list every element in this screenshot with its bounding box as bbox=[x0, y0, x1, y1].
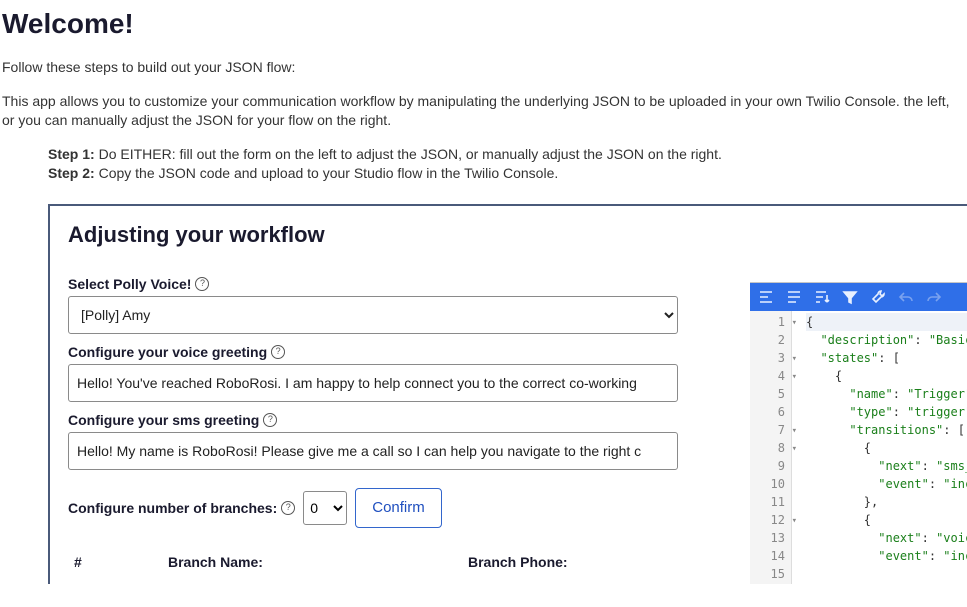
repair-icon[interactable] bbox=[870, 289, 886, 305]
col-index-header: # bbox=[68, 554, 168, 570]
filter-icon[interactable] bbox=[842, 289, 858, 305]
voice-label: Select Polly Voice! ? bbox=[68, 276, 209, 292]
code-line[interactable]: { bbox=[806, 313, 967, 331]
gutter-line: 4 bbox=[750, 367, 785, 385]
gutter-line: 11 bbox=[750, 493, 785, 511]
step-1-text: Do EITHER: fill out the form on the left… bbox=[95, 146, 722, 162]
form-title: Adjusting your workflow bbox=[68, 222, 672, 248]
gutter-line: 1 bbox=[750, 313, 785, 331]
help-icon[interactable]: ? bbox=[195, 277, 209, 291]
sms-greeting-row: Configure your sms greeting ? bbox=[68, 412, 672, 470]
voice-row: Select Polly Voice! ? [Polly] Amy bbox=[68, 276, 672, 334]
intro-line-2: This app allows you to customize your co… bbox=[2, 92, 965, 131]
voice-select[interactable]: [Polly] Amy bbox=[68, 296, 678, 334]
redo-icon[interactable] bbox=[926, 289, 942, 305]
branch-table-header: # Branch Name: Branch Phone: bbox=[68, 554, 672, 570]
step-2-text: Copy the JSON code and upload to your St… bbox=[95, 165, 559, 181]
code-line[interactable]: "next": "voice bbox=[806, 529, 967, 547]
code-line[interactable]: { bbox=[806, 511, 967, 529]
sms-greeting-label: Configure your sms greeting ? bbox=[68, 412, 277, 428]
branches-select[interactable]: 0 bbox=[303, 491, 347, 525]
format-icon[interactable] bbox=[758, 289, 774, 305]
json-editor: 123456789101112131415 { "description": "… bbox=[750, 282, 967, 584]
page-title: Welcome! bbox=[0, 0, 967, 44]
editor-toolbar bbox=[750, 283, 967, 311]
branches-label-text: Configure number of branches: bbox=[68, 500, 277, 516]
gutter-line: 8 bbox=[750, 439, 785, 457]
branches-label: Configure number of branches: ? bbox=[68, 500, 295, 516]
undo-icon[interactable] bbox=[898, 289, 914, 305]
step-2: Step 2: Copy the JSON code and upload to… bbox=[48, 164, 967, 184]
code-line[interactable]: { bbox=[806, 367, 967, 385]
code-line[interactable]: }, bbox=[806, 493, 967, 511]
workflow-panel: Adjusting your workflow Select Polly Voi… bbox=[48, 204, 967, 584]
editor-code[interactable]: { "description": "Basic "states": [ { "n… bbox=[792, 311, 967, 584]
intro-line-1: Follow these steps to build out your JSO… bbox=[2, 58, 965, 78]
branches-row: Configure number of branches: ? 0 Confir… bbox=[68, 488, 672, 528]
code-line[interactable]: "states": [ bbox=[806, 349, 967, 367]
step-1-label: Step 1: bbox=[48, 146, 95, 162]
gutter-line: 3 bbox=[750, 349, 785, 367]
col-phone-header: Branch Phone: bbox=[468, 554, 672, 570]
gutter-line: 10 bbox=[750, 475, 785, 493]
sms-greeting-label-text: Configure your sms greeting bbox=[68, 412, 259, 428]
col-name-header: Branch Name: bbox=[168, 554, 468, 570]
intro-block: Follow these steps to build out your JSO… bbox=[0, 58, 967, 131]
gutter-line: 5 bbox=[750, 385, 785, 403]
gutter-line: 7 bbox=[750, 421, 785, 439]
sort-icon[interactable] bbox=[814, 289, 830, 305]
code-line[interactable]: "transitions": [ bbox=[806, 421, 967, 439]
code-line[interactable]: "name": "Trigger", bbox=[806, 385, 967, 403]
compact-icon[interactable] bbox=[786, 289, 802, 305]
help-icon[interactable]: ? bbox=[263, 413, 277, 427]
gutter-line: 14 bbox=[750, 547, 785, 565]
editor-body[interactable]: 123456789101112131415 { "description": "… bbox=[750, 311, 967, 584]
voice-greeting-label: Configure your voice greeting ? bbox=[68, 344, 285, 360]
code-line[interactable]: "type": "trigger", bbox=[806, 403, 967, 421]
help-icon[interactable]: ? bbox=[271, 345, 285, 359]
confirm-button[interactable]: Confirm bbox=[355, 488, 442, 528]
steps-block: Step 1: Do EITHER: fill out the form on … bbox=[0, 145, 967, 196]
gutter-line: 2 bbox=[750, 331, 785, 349]
code-line[interactable]: "event": "inco bbox=[806, 547, 967, 565]
gutter-line: 6 bbox=[750, 403, 785, 421]
code-line[interactable]: { bbox=[806, 439, 967, 457]
help-icon[interactable]: ? bbox=[281, 501, 295, 515]
code-line[interactable]: "next": "sms_g bbox=[806, 457, 967, 475]
gutter-line: 15 bbox=[750, 565, 785, 583]
code-line[interactable]: "event": "inco bbox=[806, 475, 967, 493]
form-panel: Adjusting your workflow Select Polly Voi… bbox=[50, 206, 690, 570]
sms-greeting-input[interactable] bbox=[68, 432, 678, 470]
gutter-line: 12 bbox=[750, 511, 785, 529]
step-2-label: Step 2: bbox=[48, 165, 95, 181]
voice-greeting-input[interactable] bbox=[68, 364, 678, 402]
voice-greeting-row: Configure your voice greeting ? bbox=[68, 344, 672, 402]
editor-gutter: 123456789101112131415 bbox=[750, 311, 792, 584]
voice-greeting-label-text: Configure your voice greeting bbox=[68, 344, 267, 360]
gutter-line: 13 bbox=[750, 529, 785, 547]
gutter-line: 9 bbox=[750, 457, 785, 475]
code-line[interactable]: "description": "Basic bbox=[806, 331, 967, 349]
step-1: Step 1: Do EITHER: fill out the form on … bbox=[48, 145, 967, 165]
voice-label-text: Select Polly Voice! bbox=[68, 276, 191, 292]
